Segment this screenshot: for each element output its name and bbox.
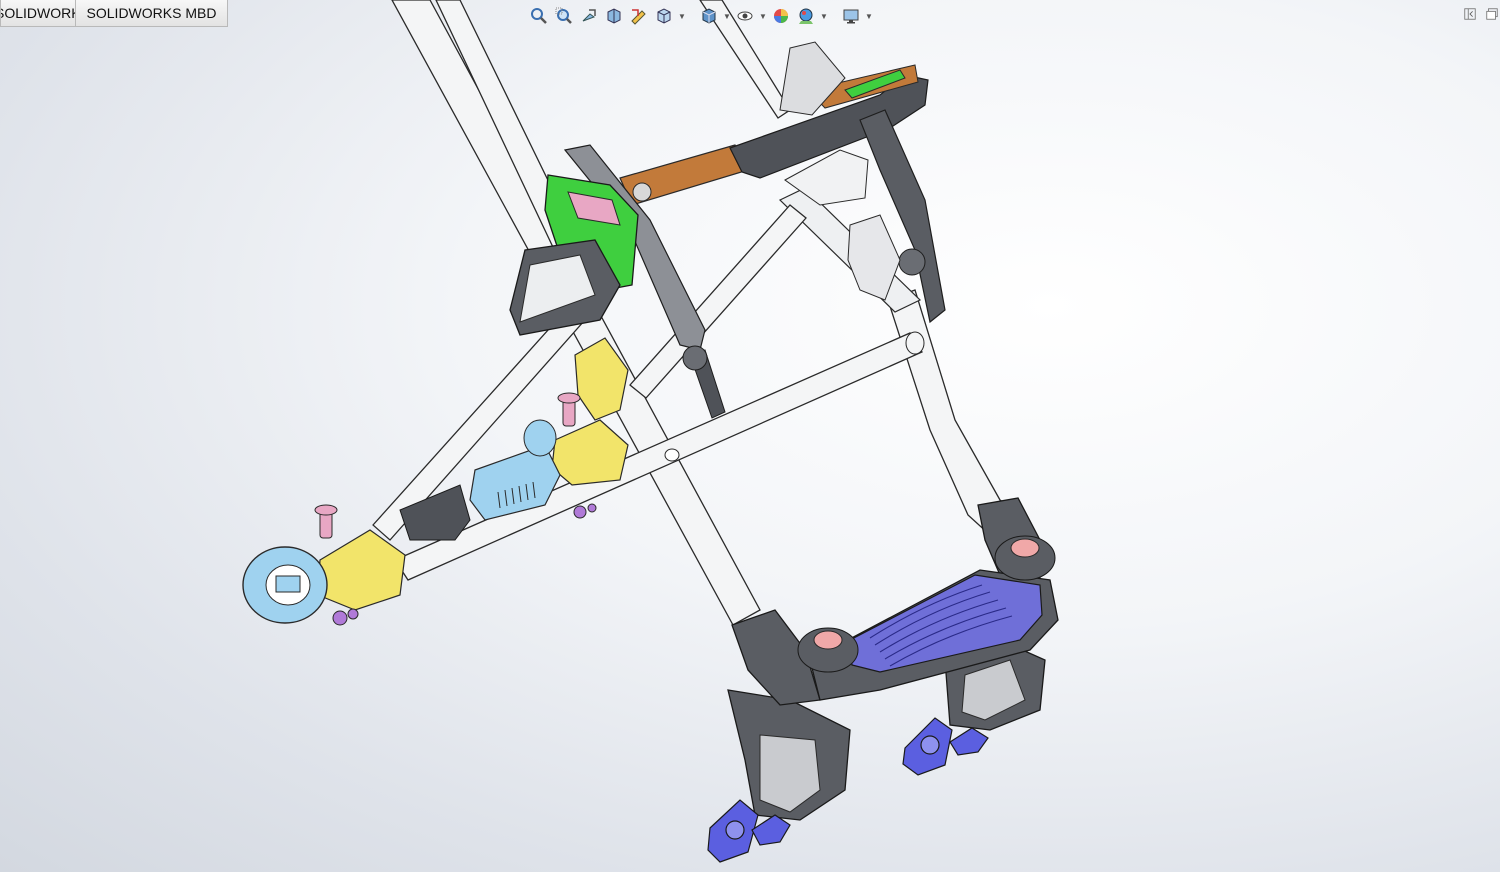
- display-style-dropdown[interactable]: ▼: [723, 5, 731, 27]
- model-viewport[interactable]: [0, 0, 1500, 872]
- tube-end-cap: [905, 331, 925, 355]
- command-manager-tabs: SOLIDWORKS 插件 SOLIDWORKS MBD: [0, 0, 228, 28]
- yellow-latch-lower: [317, 529, 406, 611]
- handle-pivot: [632, 182, 652, 202]
- view-orientation-icon[interactable]: [653, 5, 675, 27]
- zoom-to-area-icon[interactable]: [553, 5, 575, 27]
- apply-scene-icon[interactable]: [795, 5, 817, 27]
- view-orientation-dropdown[interactable]: ▼: [678, 5, 686, 27]
- edit-appearance-icon[interactable]: [770, 5, 792, 27]
- display-style-icon[interactable]: [698, 5, 720, 27]
- restore-window-icon[interactable]: [1484, 6, 1500, 22]
- zoom-to-fit-icon[interactable]: [528, 5, 550, 27]
- knob-left: [682, 345, 708, 371]
- collapse-panel-icon[interactable]: [1462, 6, 1478, 22]
- view-settings-icon[interactable]: [840, 5, 862, 27]
- hide-show-items-icon[interactable]: [734, 5, 756, 27]
- heads-up-view-toolbar: ▼ ▼ ▼ ▼ ▼: [528, 4, 873, 28]
- view-settings-dropdown[interactable]: ▼: [865, 5, 873, 27]
- pivot-hole: [664, 448, 680, 462]
- tab-solidworks-mbd[interactable]: SOLIDWORKS MBD: [76, 0, 228, 27]
- task-pane-controls: [1462, 6, 1500, 22]
- wheel-hub-slot: [275, 575, 301, 593]
- hide-show-dropdown[interactable]: ▼: [759, 5, 767, 27]
- section-view-icon[interactable]: [603, 5, 625, 27]
- axle-hub-cap: [523, 419, 557, 457]
- tab-solidworks-addins[interactable]: SOLIDWORKS 插件: [0, 0, 76, 27]
- knob-right: [898, 248, 926, 276]
- yellow-latch-mid: [551, 419, 629, 486]
- dynamic-annotation-views-icon[interactable]: [628, 5, 650, 27]
- previous-view-icon[interactable]: [578, 5, 600, 27]
- front-leg-tube: [887, 289, 1017, 536]
- apply-scene-dropdown[interactable]: ▼: [820, 5, 828, 27]
